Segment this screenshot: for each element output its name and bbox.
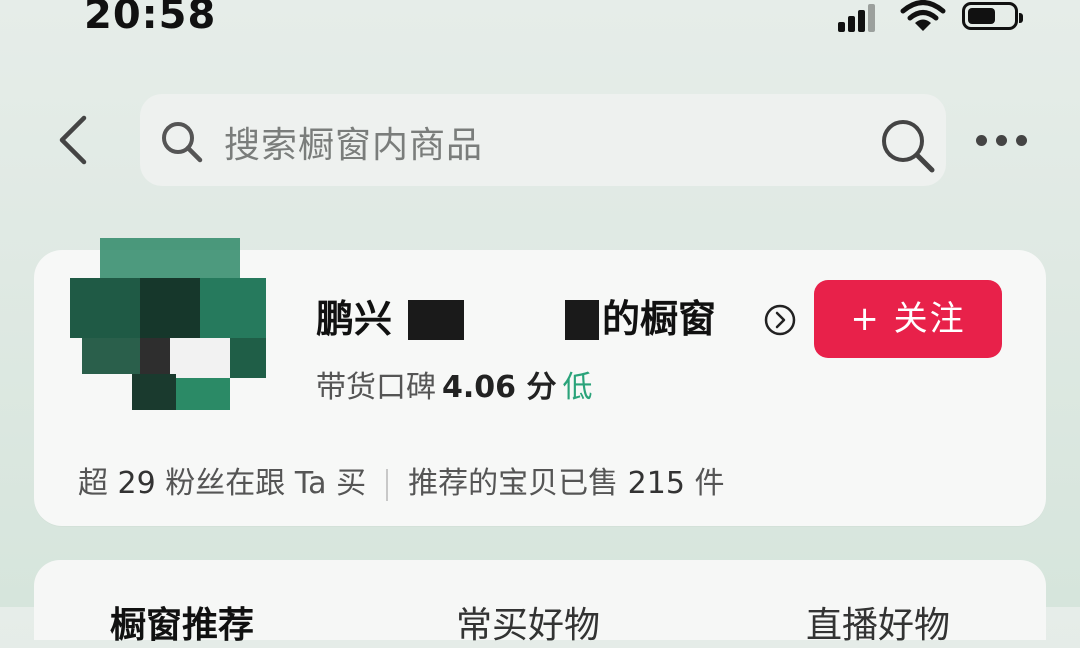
back-arrow-icon[interactable]: [52, 112, 92, 168]
shop-name-suffix: 的橱窗: [602, 297, 717, 341]
search-icon: [162, 122, 203, 163]
search-input[interactable]: 搜索橱窗内商品: [224, 116, 483, 168]
fans-prefix: 超: [78, 466, 108, 501]
sold-suffix: 件: [694, 466, 725, 501]
tab-frequent-buys[interactable]: 常买好物: [456, 596, 600, 648]
status-bar: 20:58: [0, 0, 1080, 40]
redacted-text: [408, 300, 464, 340]
wifi-icon: [900, 0, 946, 31]
search-button-icon[interactable]: [878, 116, 938, 176]
stats-row: 超 29 粉丝在跟 Ta 买 推荐的宝贝已售 215 件: [78, 458, 724, 502]
redacted-text: [565, 300, 599, 340]
sold-prefix: 推荐的宝贝已售: [408, 466, 619, 501]
follow-button[interactable]: + 关注: [814, 280, 1002, 358]
rating-level: 低: [562, 370, 593, 405]
sold-count: 215: [627, 466, 685, 501]
rating-row: 带货口碑 4.06 分低: [316, 362, 592, 406]
rating-label: 带货口碑: [316, 370, 436, 405]
cellular-signal-icon: [838, 4, 878, 32]
battery-icon: [962, 2, 1023, 30]
search-bar[interactable]: 搜索橱窗内商品: [140, 94, 946, 186]
more-options-icon[interactable]: [972, 120, 1032, 160]
shop-name: 鹏兴: [316, 297, 393, 341]
avatar[interactable]: [70, 238, 266, 410]
fans-suffix: 粉丝在跟 Ta 买: [165, 466, 367, 501]
status-time: 20:58: [84, 0, 217, 38]
chevron-right-circle-icon[interactable]: [764, 304, 796, 336]
fans-count: 29: [117, 466, 156, 501]
divider: [386, 468, 389, 501]
tab-recommended[interactable]: 橱窗推荐: [110, 596, 254, 648]
rating-score: 4.06 分: [442, 370, 557, 405]
tab-live-goods[interactable]: 直播好物: [806, 596, 950, 648]
